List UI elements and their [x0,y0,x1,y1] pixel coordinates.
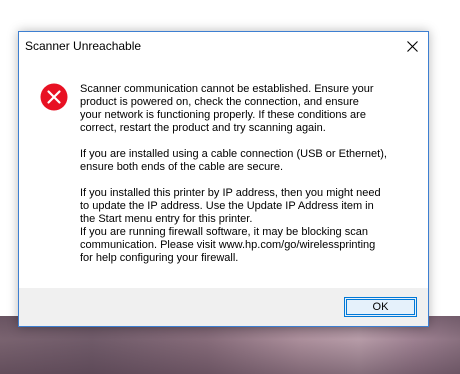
ok-button[interactable]: OK [344,297,417,317]
message-paragraph: If you are installed using a cable conne… [80,148,387,173]
button-bar: OK [19,288,428,326]
message-paragraph: Scanner communication cannot be establis… [80,83,374,134]
scanner-unreachable-dialog: Scanner Unreachable Scanner communicatio… [18,31,429,327]
title-bar[interactable]: Scanner Unreachable [19,32,428,60]
window-title: Scanner Unreachable [25,39,142,53]
close-icon [406,40,418,52]
close-button[interactable] [396,32,428,60]
error-icon [40,83,68,111]
error-message: Scanner communication cannot be establis… [80,83,416,265]
dialog-content: Scanner communication cannot be establis… [19,60,428,288]
message-paragraph: If you are running firewall software, it… [80,226,376,264]
message-paragraph: If you installed this printer by IP addr… [80,187,381,225]
